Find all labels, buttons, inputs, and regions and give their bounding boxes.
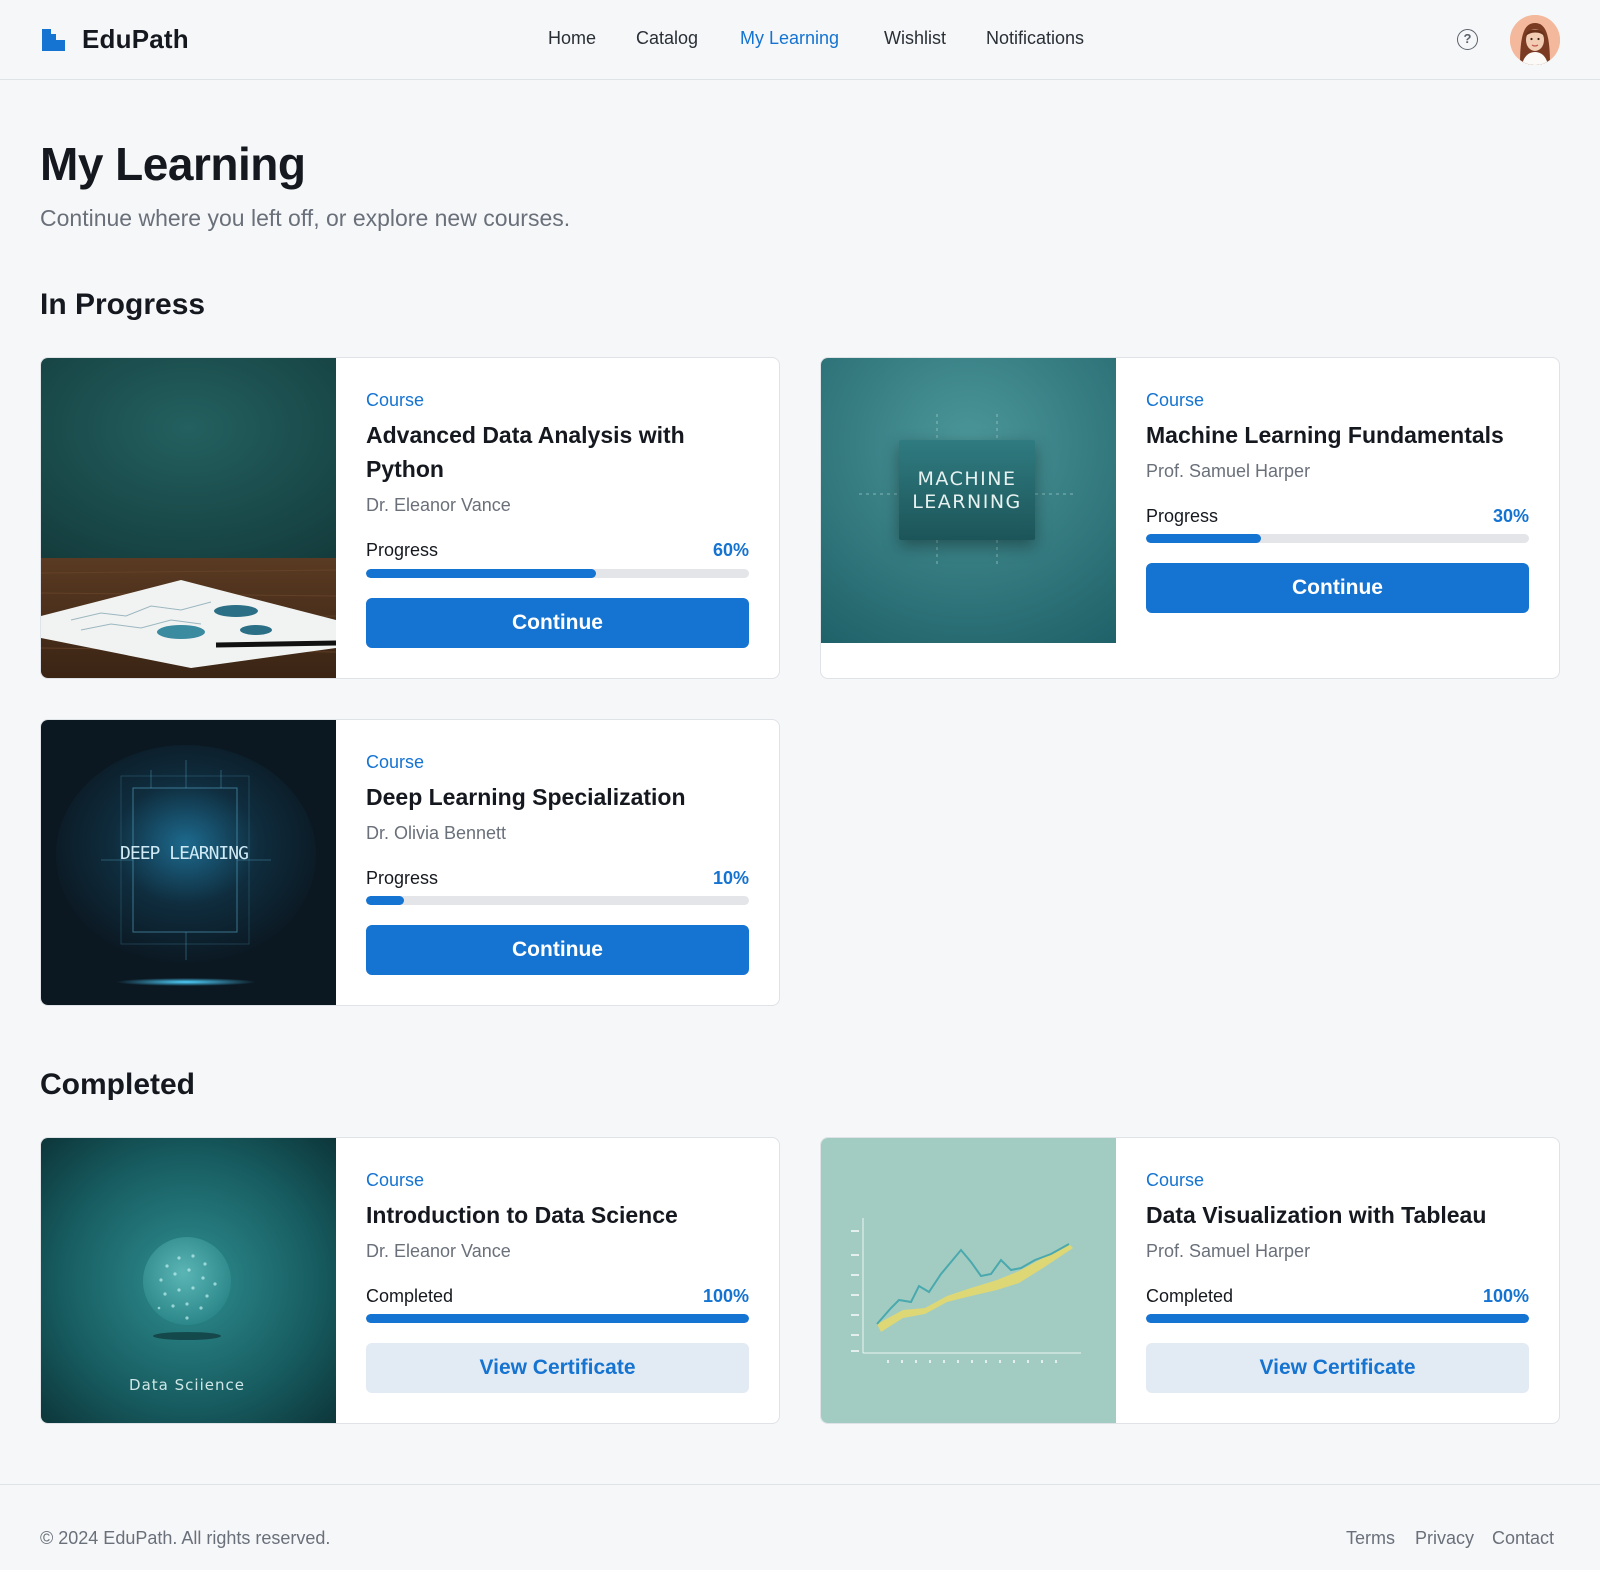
nav-item-home[interactable]: Home [548, 28, 596, 49]
course-title[interactable]: Introduction to Data Science [366, 1198, 749, 1232]
course-thumbnail [821, 1138, 1116, 1423]
course-kind-label: Course [366, 752, 425, 772]
course-thumbnail [41, 358, 337, 678]
page-subtitle: Continue where you left off, or explore … [40, 205, 571, 231]
course-title[interactable]: Deep Learning Specialization [366, 780, 749, 814]
progress-bar [366, 896, 749, 905]
course-thumbnail: MACHINE LEARNING [821, 358, 1116, 643]
course-thumbnail: Data Sciience [41, 1138, 336, 1423]
course-instructor: Prof. Samuel Harper [1146, 461, 1311, 481]
course-kind-label: Course [366, 1170, 425, 1190]
course-instructor: Prof. Samuel Harper [1146, 1241, 1311, 1261]
progress-percent: 30% [1492, 506, 1529, 526]
nav-item-catalog[interactable]: Catalog [636, 28, 698, 49]
completed-label: Completed [366, 1286, 454, 1306]
top-navigation-bar: EduPath Home Catalog My Learning Wishlis… [0, 0, 1600, 80]
course-title[interactable]: Machine Learning Fundamentals [1146, 418, 1529, 452]
course-card: Course Data Visualization with Tableau P… [820, 1137, 1560, 1424]
progress-label: Progress [1146, 506, 1219, 526]
progress-label: Progress [366, 540, 439, 560]
view-certificate-button[interactable]: View Certificate [1146, 1343, 1529, 1393]
footer-link-terms[interactable]: Terms [1346, 1528, 1395, 1549]
course-title[interactable]: Advanced Data Analysis with Python [366, 418, 749, 486]
progress-bar [366, 569, 749, 578]
course-card: Course Advanced Data Analysis with Pytho… [40, 357, 780, 679]
thumb-text-deep-learning: DEEP LEARNING [120, 843, 248, 864]
progress-bar [366, 1314, 749, 1323]
course-instructor: Dr. Olivia Bennett [366, 823, 507, 843]
in-progress-heading: In Progress [40, 288, 206, 321]
view-certificate-button[interactable]: View Certificate [366, 1343, 749, 1393]
course-card: Data Sciience Course Introduction to Dat… [40, 1137, 780, 1424]
course-instructor: Dr. Eleanor Vance [366, 1241, 511, 1261]
nav-item-wishlist[interactable]: Wishlist [884, 28, 946, 49]
thumb-text-learning: LEARNING [912, 491, 1022, 513]
progress-bar [1146, 534, 1529, 543]
course-kind-label: Course [366, 390, 425, 410]
help-question-icon[interactable]: ? [1457, 29, 1478, 50]
progress-percent: 100% [1482, 1286, 1529, 1306]
course-kind-label: Course [1146, 1170, 1205, 1190]
course-card: DEEP LEARNING Course Deep Learning Speci… [40, 719, 780, 1006]
progress-bar [1146, 1314, 1529, 1323]
thumb-text-machine: MACHINE [918, 468, 1017, 490]
continue-button[interactable]: Continue [366, 598, 749, 648]
thumb-text-data-science: Data Sciience [129, 1376, 245, 1394]
footer-link-privacy[interactable]: Privacy [1415, 1528, 1474, 1549]
completed-heading: Completed [40, 1068, 196, 1101]
completed-label: Completed [1146, 1286, 1234, 1306]
main-nav: Home Catalog My Learning Wishlist Notifi… [0, 0, 1600, 80]
course-card: MACHINE LEARNING Course Machine Learning… [820, 357, 1560, 679]
continue-button[interactable]: Continue [366, 925, 749, 975]
progress-percent: 10% [712, 868, 749, 888]
nav-item-my-learning[interactable]: My Learning [740, 28, 839, 49]
progress-label: Progress [366, 868, 439, 888]
continue-button[interactable]: Continue [1146, 563, 1529, 613]
user-avatar-portrait [1510, 15, 1560, 65]
progress-percent: 100% [702, 1286, 749, 1306]
course-kind-label: Course [1146, 390, 1205, 410]
page-title: My Learning [40, 138, 306, 190]
course-thumbnail: DEEP LEARNING [41, 720, 336, 1005]
nav-item-notifications[interactable]: Notifications [986, 28, 1084, 49]
course-instructor: Dr. Eleanor Vance [366, 495, 511, 515]
course-title[interactable]: Data Visualization with Tableau [1146, 1198, 1529, 1232]
footer-link-contact[interactable]: Contact [1492, 1528, 1554, 1549]
footer: © 2024 EduPath. All rights reserved. Ter… [0, 1484, 1600, 1570]
progress-percent: 60% [712, 540, 749, 560]
user-avatar[interactable] [1510, 15, 1560, 65]
copyright-text: © 2024 EduPath. All rights reserved. [40, 1528, 331, 1548]
